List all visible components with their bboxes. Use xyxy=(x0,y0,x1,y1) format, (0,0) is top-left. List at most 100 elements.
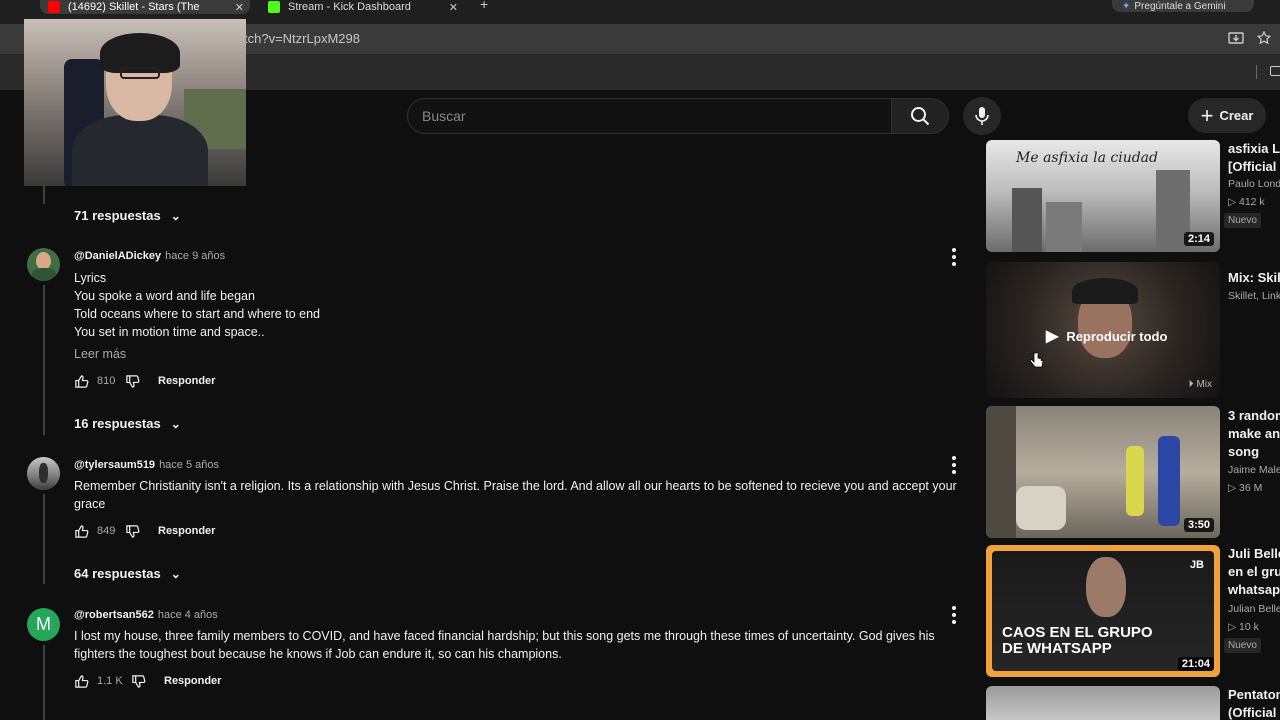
mix-icon: ⏵ xyxy=(1188,379,1194,390)
channel-name[interactable]: Skillet, Link xyxy=(1228,290,1280,302)
dislike-icon[interactable] xyxy=(125,524,140,539)
thread-line xyxy=(43,645,45,720)
chevron-down-icon: ⌄ xyxy=(170,416,181,431)
mix-text: Mix xyxy=(1196,379,1212,390)
recommended-video[interactable]: 3:50 3 random make an a song Jaime Male … xyxy=(986,406,1280,540)
gemini-button[interactable]: ✦ Pregúntale a Gemini xyxy=(1112,0,1254,12)
close-tab-icon[interactable]: ✕ xyxy=(235,1,244,14)
replies-toggle[interactable]: 16 respuestas ⌄ xyxy=(74,416,181,431)
new-badge: Nuevo xyxy=(1224,213,1261,228)
reply-button[interactable]: Responder xyxy=(158,375,215,387)
comment-author[interactable]: @robertsan562 xyxy=(74,609,154,621)
new-badge: Nuevo xyxy=(1224,638,1261,653)
create-button[interactable]: + Crear xyxy=(1188,98,1266,133)
chevron-down-icon: ⌄ xyxy=(170,208,181,223)
thread-line xyxy=(43,494,45,584)
title-line: Pentaton xyxy=(1228,687,1280,702)
tab-label: Stream - Kick Dashboard xyxy=(288,1,411,13)
avatar[interactable] xyxy=(27,457,60,490)
hand-cursor-icon xyxy=(1030,352,1044,368)
channel-name[interactable]: Jaime Male xyxy=(1228,464,1280,476)
glasses xyxy=(120,67,160,79)
reply-button[interactable]: Responder xyxy=(158,525,215,537)
title-line: make an a xyxy=(1228,426,1280,441)
reply-button[interactable]: Responder xyxy=(164,675,221,687)
avatar[interactable]: M xyxy=(27,608,60,641)
video-thumbnail[interactable]: Me asfixia la ciudad 2:14 xyxy=(986,140,1220,252)
video-title[interactable]: asfixia LA [Official V xyxy=(1228,140,1280,176)
more-options-icon[interactable] xyxy=(951,248,957,266)
comment-line: Remember Christianity isn't a religion. … xyxy=(74,479,957,493)
replies-toggle[interactable]: 71 respuestas ⌄ xyxy=(74,208,181,223)
video-title[interactable]: Pentaton (Official V xyxy=(1228,686,1280,720)
recommended-video[interactable]: Pentaton (Official V xyxy=(986,686,1280,720)
channel-name[interactable]: Julian Belle xyxy=(1228,603,1280,615)
more-options-icon[interactable] xyxy=(951,456,957,474)
divider xyxy=(1256,65,1257,79)
video-thumbnail[interactable] xyxy=(986,686,1220,720)
like-icon[interactable] xyxy=(74,374,89,389)
comment-text: Remember Christianity isn't a religion. … xyxy=(74,477,974,513)
replies-toggle[interactable]: 64 respuestas ⌄ xyxy=(74,566,181,581)
read-more-link[interactable]: Leer más xyxy=(74,347,126,361)
comment-author[interactable]: @DanielADickey xyxy=(74,250,161,262)
play-all-button[interactable]: ▶ Reproducir todo xyxy=(1046,326,1167,346)
comment-line: grace xyxy=(74,497,106,511)
comment-time[interactable]: hace 5 años xyxy=(159,459,219,471)
recommended-video[interactable]: JB CAOS EN EL GRUPO DE WHATSAPP 21:04 Ju… xyxy=(986,545,1280,679)
recommended-video[interactable]: Me asfixia la ciudad 2:14 asfixia LA [Of… xyxy=(986,140,1280,255)
comment-author[interactable]: @tylersaum519 xyxy=(74,459,155,471)
more-options-icon[interactable] xyxy=(951,606,957,624)
like-icon[interactable] xyxy=(74,674,89,689)
video-title[interactable]: 3 random make an a song xyxy=(1228,407,1280,461)
dislike-icon[interactable] xyxy=(125,374,140,389)
title-line: whatsapp xyxy=(1228,582,1280,597)
like-count: 1.1 K xyxy=(97,675,123,687)
channel-logo: JB xyxy=(1189,559,1204,571)
video-duration: 3:50 xyxy=(1183,518,1214,532)
close-tab-icon[interactable]: ✕ xyxy=(449,1,458,14)
comment-line: Told oceans where to start and where to … xyxy=(74,307,320,321)
new-tab-icon[interactable]: + xyxy=(480,0,488,12)
thread-line xyxy=(43,186,45,204)
thumbnail-text: CAOS EN EL GRUPO DE WHATSAPP xyxy=(1002,625,1153,657)
video-title[interactable]: Juli Belle en el grup whatsapp xyxy=(1228,545,1280,599)
like-count: 810 xyxy=(97,375,116,387)
comment-line: fighters the toughest bout because he kn… xyxy=(74,647,562,661)
comment-text: I lost my house, three family members to… xyxy=(74,627,974,663)
replies-label: 71 respuestas xyxy=(74,208,161,223)
recommended-mix[interactable]: ▶ Reproducir todo ⏵ Mix Mix: Skille Skil… xyxy=(986,262,1280,398)
comment-time[interactable]: hace 4 años xyxy=(158,609,218,621)
view-count: ▷ 36 M xyxy=(1228,482,1263,494)
dislike-icon[interactable] xyxy=(131,674,146,689)
comment-header: @DanielADickey hace 9 años xyxy=(74,250,225,262)
title-line: Mix: Skille xyxy=(1228,270,1280,285)
comment-line: I lost my house, three family members to… xyxy=(74,629,935,643)
folder-icon[interactable] xyxy=(1270,66,1280,76)
video-title[interactable]: Mix: Skille xyxy=(1228,269,1280,287)
video-thumbnail[interactable]: JB CAOS EN EL GRUPO DE WHATSAPP 21:04 xyxy=(986,545,1220,677)
comment-line: Lyrics xyxy=(74,271,107,285)
tab-kick[interactable]: Stream - Kick Dashboard ✕ xyxy=(258,0,468,14)
channel-name[interactable]: Paulo Londr xyxy=(1228,178,1280,190)
comment-time[interactable]: hace 9 años xyxy=(165,250,225,262)
thumbnail-text: Me asfixia la ciudad xyxy=(1016,150,1158,166)
tab-label: (14692) Skillet - Stars (The xyxy=(68,1,200,13)
title-line: asfixia LA xyxy=(1228,141,1280,156)
chevron-down-icon: ⌄ xyxy=(170,566,181,581)
bookmark-star-icon[interactable] xyxy=(1257,31,1271,45)
mix-label: ⏵ Mix xyxy=(1189,379,1212,390)
install-app-icon[interactable] xyxy=(1228,32,1244,46)
comment-header: @tylersaum519 hace 5 años xyxy=(74,459,219,471)
person-body xyxy=(72,115,208,186)
like-icon[interactable] xyxy=(74,524,89,539)
comment-line: You set in motion time and space.. xyxy=(74,325,265,339)
video-thumbnail[interactable]: 3:50 xyxy=(986,406,1220,538)
youtube-favicon-icon xyxy=(48,1,60,13)
avatar[interactable] xyxy=(27,248,60,281)
tab-youtube[interactable]: (14692) Skillet - Stars (The ✕ xyxy=(40,0,250,14)
like-count: 849 xyxy=(97,525,116,537)
title-line: song xyxy=(1228,444,1260,459)
title-line: 3 random xyxy=(1228,408,1280,423)
mix-thumbnail[interactable]: ▶ Reproducir todo ⏵ Mix xyxy=(986,262,1220,398)
